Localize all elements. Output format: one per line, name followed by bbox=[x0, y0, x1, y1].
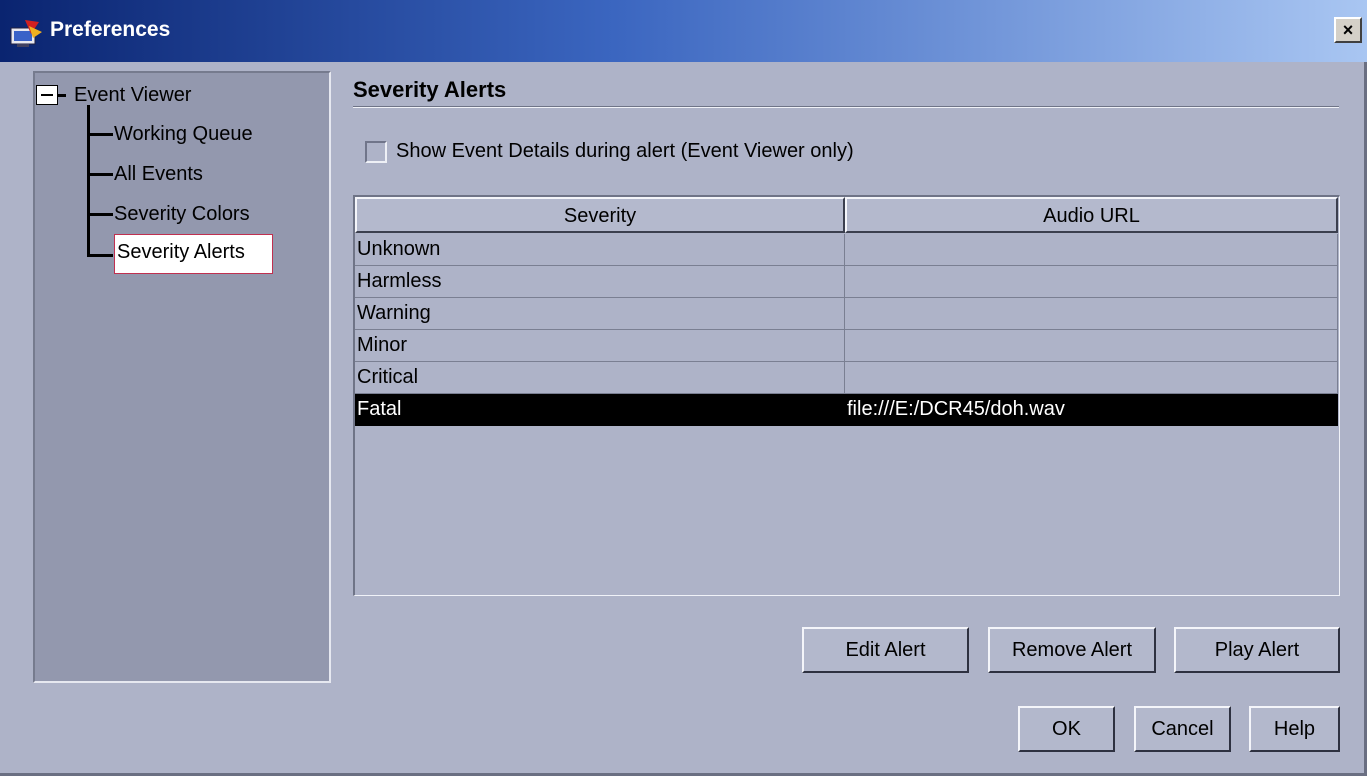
title-bar: Preferences × bbox=[0, 0, 1367, 62]
table-row-selected[interactable]: Fatal file:///E:/DCR45/doh.wav bbox=[355, 394, 1338, 426]
audio-url-cell: file:///E:/DCR45/doh.wav bbox=[845, 394, 1338, 426]
tree-item-severity-colors[interactable]: Severity Colors bbox=[114, 203, 250, 226]
cancel-button[interactable]: Cancel bbox=[1134, 706, 1231, 752]
severity-cell: Warning bbox=[355, 298, 845, 330]
edit-alert-button[interactable]: Edit Alert bbox=[802, 627, 969, 673]
audio-url-cell bbox=[845, 266, 1338, 298]
ok-button[interactable]: OK bbox=[1018, 706, 1115, 752]
audio-url-cell bbox=[845, 234, 1338, 266]
table-row[interactable]: Unknown bbox=[355, 234, 1338, 266]
audio-url-cell bbox=[845, 330, 1338, 362]
tree-connector bbox=[87, 105, 90, 257]
play-alert-button[interactable]: Play Alert bbox=[1174, 627, 1340, 673]
table-row[interactable]: Warning bbox=[355, 298, 1338, 330]
collapse-minus-icon[interactable] bbox=[36, 85, 58, 105]
remove-alert-button[interactable]: Remove Alert bbox=[988, 627, 1156, 673]
section-title: Severity Alerts bbox=[353, 77, 507, 102]
tree-connector bbox=[58, 94, 66, 97]
table-row[interactable]: Critical bbox=[355, 362, 1338, 394]
tree-connector bbox=[87, 213, 113, 216]
tree-item-all-events[interactable]: All Events bbox=[114, 163, 203, 186]
preferences-app-icon bbox=[10, 20, 42, 47]
close-button[interactable]: × bbox=[1334, 17, 1362, 43]
audio-url-cell bbox=[845, 298, 1338, 330]
tree-item-event-viewer[interactable]: Event Viewer bbox=[74, 84, 191, 107]
table-row[interactable]: Harmless bbox=[355, 266, 1338, 298]
window-title: Preferences bbox=[50, 18, 171, 41]
severity-cell: Fatal bbox=[355, 394, 845, 426]
tree-item-severity-alerts[interactable]: Severity Alerts bbox=[114, 234, 273, 274]
table-row[interactable]: Minor bbox=[355, 330, 1338, 362]
severity-cell: Minor bbox=[355, 330, 845, 362]
tree-item-working-queue[interactable]: Working Queue bbox=[114, 123, 253, 146]
help-button[interactable]: Help bbox=[1249, 706, 1340, 752]
tree-connector bbox=[87, 133, 113, 136]
severity-cell: Harmless bbox=[355, 266, 845, 298]
column-header-audio-url[interactable]: Audio URL bbox=[845, 197, 1338, 233]
tree-connector bbox=[87, 173, 113, 176]
tree-connector bbox=[87, 254, 113, 257]
audio-url-cell bbox=[845, 362, 1338, 394]
column-header-severity[interactable]: Severity bbox=[355, 197, 845, 233]
show-event-details-checkbox[interactable] bbox=[365, 141, 387, 163]
show-event-details-label[interactable]: Show Event Details during alert (Event V… bbox=[396, 140, 854, 163]
severity-cell: Unknown bbox=[355, 234, 845, 266]
section-divider bbox=[353, 106, 1339, 108]
close-icon: × bbox=[1342, 20, 1354, 40]
severity-cell: Critical bbox=[355, 362, 845, 394]
